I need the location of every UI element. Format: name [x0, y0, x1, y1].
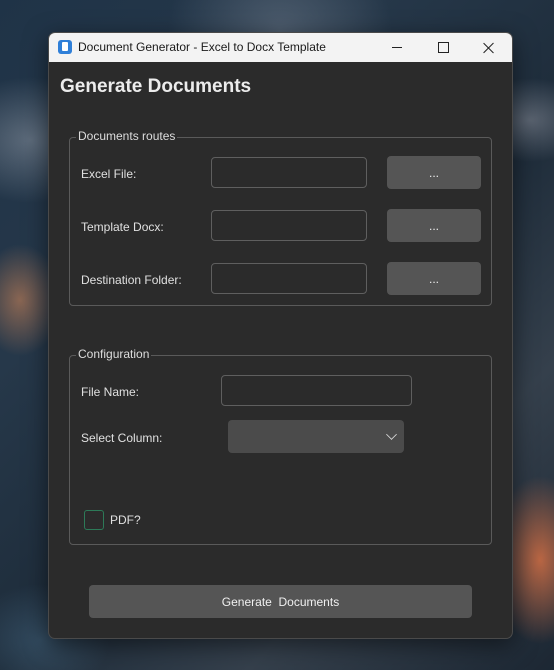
destination-folder-input[interactable]	[211, 263, 367, 294]
destination-folder-browse-button[interactable]: ...	[387, 262, 481, 295]
excel-file-browse-button[interactable]: ...	[387, 156, 481, 189]
close-button[interactable]	[466, 33, 512, 62]
configuration-group: Configuration File Name: Select Column: …	[69, 347, 492, 545]
generate-documents-button[interactable]: Generate Documents	[89, 585, 472, 618]
window-title: Document Generator - Excel to Docx Templ…	[78, 40, 326, 54]
pdf-checkbox[interactable]	[84, 510, 104, 530]
template-docx-input[interactable]	[211, 210, 367, 241]
documents-routes-group: Documents routes Excel File: ... Templat…	[69, 129, 492, 306]
pdf-checkbox-label: PDF?	[110, 513, 141, 527]
configuration-title: Configuration	[76, 347, 152, 361]
documents-routes-title: Documents routes	[76, 129, 178, 143]
app-window: Document Generator - Excel to Docx Templ…	[48, 32, 513, 639]
minimize-button[interactable]	[374, 33, 420, 62]
page-title: Generate Documents	[60, 76, 252, 97]
template-docx-label: Template Docx:	[81, 220, 164, 234]
document-app-icon	[58, 40, 72, 54]
close-icon	[483, 42, 495, 54]
template-docx-browse-button[interactable]: ...	[387, 209, 481, 242]
select-column-dropdown[interactable]	[228, 420, 404, 453]
chevron-down-icon	[386, 429, 397, 440]
minimize-icon	[392, 47, 402, 48]
destination-folder-label: Destination Folder:	[81, 273, 182, 287]
select-column-label: Select Column:	[81, 431, 163, 445]
excel-file-input[interactable]	[211, 157, 367, 188]
file-name-input[interactable]	[221, 375, 412, 406]
title-bar[interactable]: Document Generator - Excel to Docx Templ…	[49, 33, 512, 62]
maximize-button[interactable]	[420, 33, 466, 62]
maximize-icon	[437, 42, 449, 53]
file-name-label: File Name:	[81, 385, 140, 399]
excel-file-label: Excel File:	[81, 167, 137, 181]
